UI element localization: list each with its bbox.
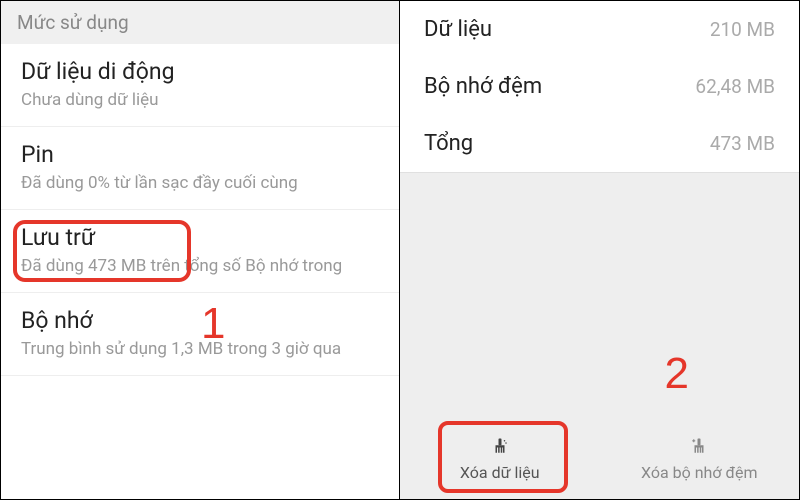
- storage-title: Lưu trữ: [21, 224, 379, 251]
- total-value: 473 MB: [710, 132, 775, 155]
- data-value: 210 MB: [710, 18, 775, 41]
- battery-title: Pin: [21, 141, 379, 168]
- mobile-data-sub: Chưa dùng dữ liệu: [21, 89, 379, 112]
- clear-cache-label: Xóa bộ nhớ đệm: [641, 463, 758, 482]
- brush-plus-icon: [689, 437, 709, 459]
- settings-usage-pane: Mức sử dụng Dữ liệu di động Chưa dùng dữ…: [1, 1, 400, 499]
- clear-cache-button[interactable]: Xóa bộ nhớ đệm: [600, 419, 800, 499]
- storage-detail-pane: Dữ liệu 210 MB Bộ nhớ đệm 62,48 MB Tổng …: [400, 1, 799, 499]
- cache-row: Bộ nhớ đệm 62,48 MB: [400, 58, 799, 115]
- memory-sub: Trung bình sử dụng 1,3 MB trong 3 giờ qu…: [21, 338, 379, 361]
- mobile-data-title: Dữ liệu di động: [21, 58, 379, 85]
- brush-icon: [490, 437, 510, 459]
- storage-sub: Đã dùng 473 MB trên tổng số Bộ nhớ trong: [21, 255, 379, 278]
- bottom-button-bar: Xóa dữ liệu Xóa bộ nhớ đệm: [400, 419, 799, 499]
- cache-value: 62,48 MB: [695, 75, 775, 98]
- total-label: Tổng: [424, 131, 473, 156]
- annotation-step-2: 2: [665, 349, 689, 399]
- annotation-step-1: 1: [201, 299, 225, 349]
- data-label: Dữ liệu: [424, 17, 492, 42]
- empty-area: 2 Xóa dữ liệu: [400, 173, 799, 499]
- total-row: Tổng 473 MB: [400, 115, 799, 173]
- clear-data-button[interactable]: Xóa dữ liệu: [400, 419, 600, 499]
- memory-title: Bộ nhớ: [21, 307, 379, 334]
- battery-sub: Đã dùng 0% từ lần sạc đầy cuối cùng: [21, 172, 379, 195]
- memory-item[interactable]: Bộ nhớ Trung bình sử dụng 1,3 MB trong 3…: [1, 293, 399, 376]
- usage-section-header: Mức sử dụng: [1, 1, 399, 44]
- cache-label: Bộ nhớ đệm: [424, 74, 542, 99]
- battery-item[interactable]: Pin Đã dùng 0% từ lần sạc đầy cuối cùng: [1, 127, 399, 210]
- storage-item[interactable]: Lưu trữ Đã dùng 473 MB trên tổng số Bộ n…: [1, 210, 399, 293]
- data-row: Dữ liệu 210 MB: [400, 1, 799, 58]
- clear-data-label: Xóa dữ liệu: [460, 463, 540, 482]
- mobile-data-item[interactable]: Dữ liệu di động Chưa dùng dữ liệu: [1, 44, 399, 127]
